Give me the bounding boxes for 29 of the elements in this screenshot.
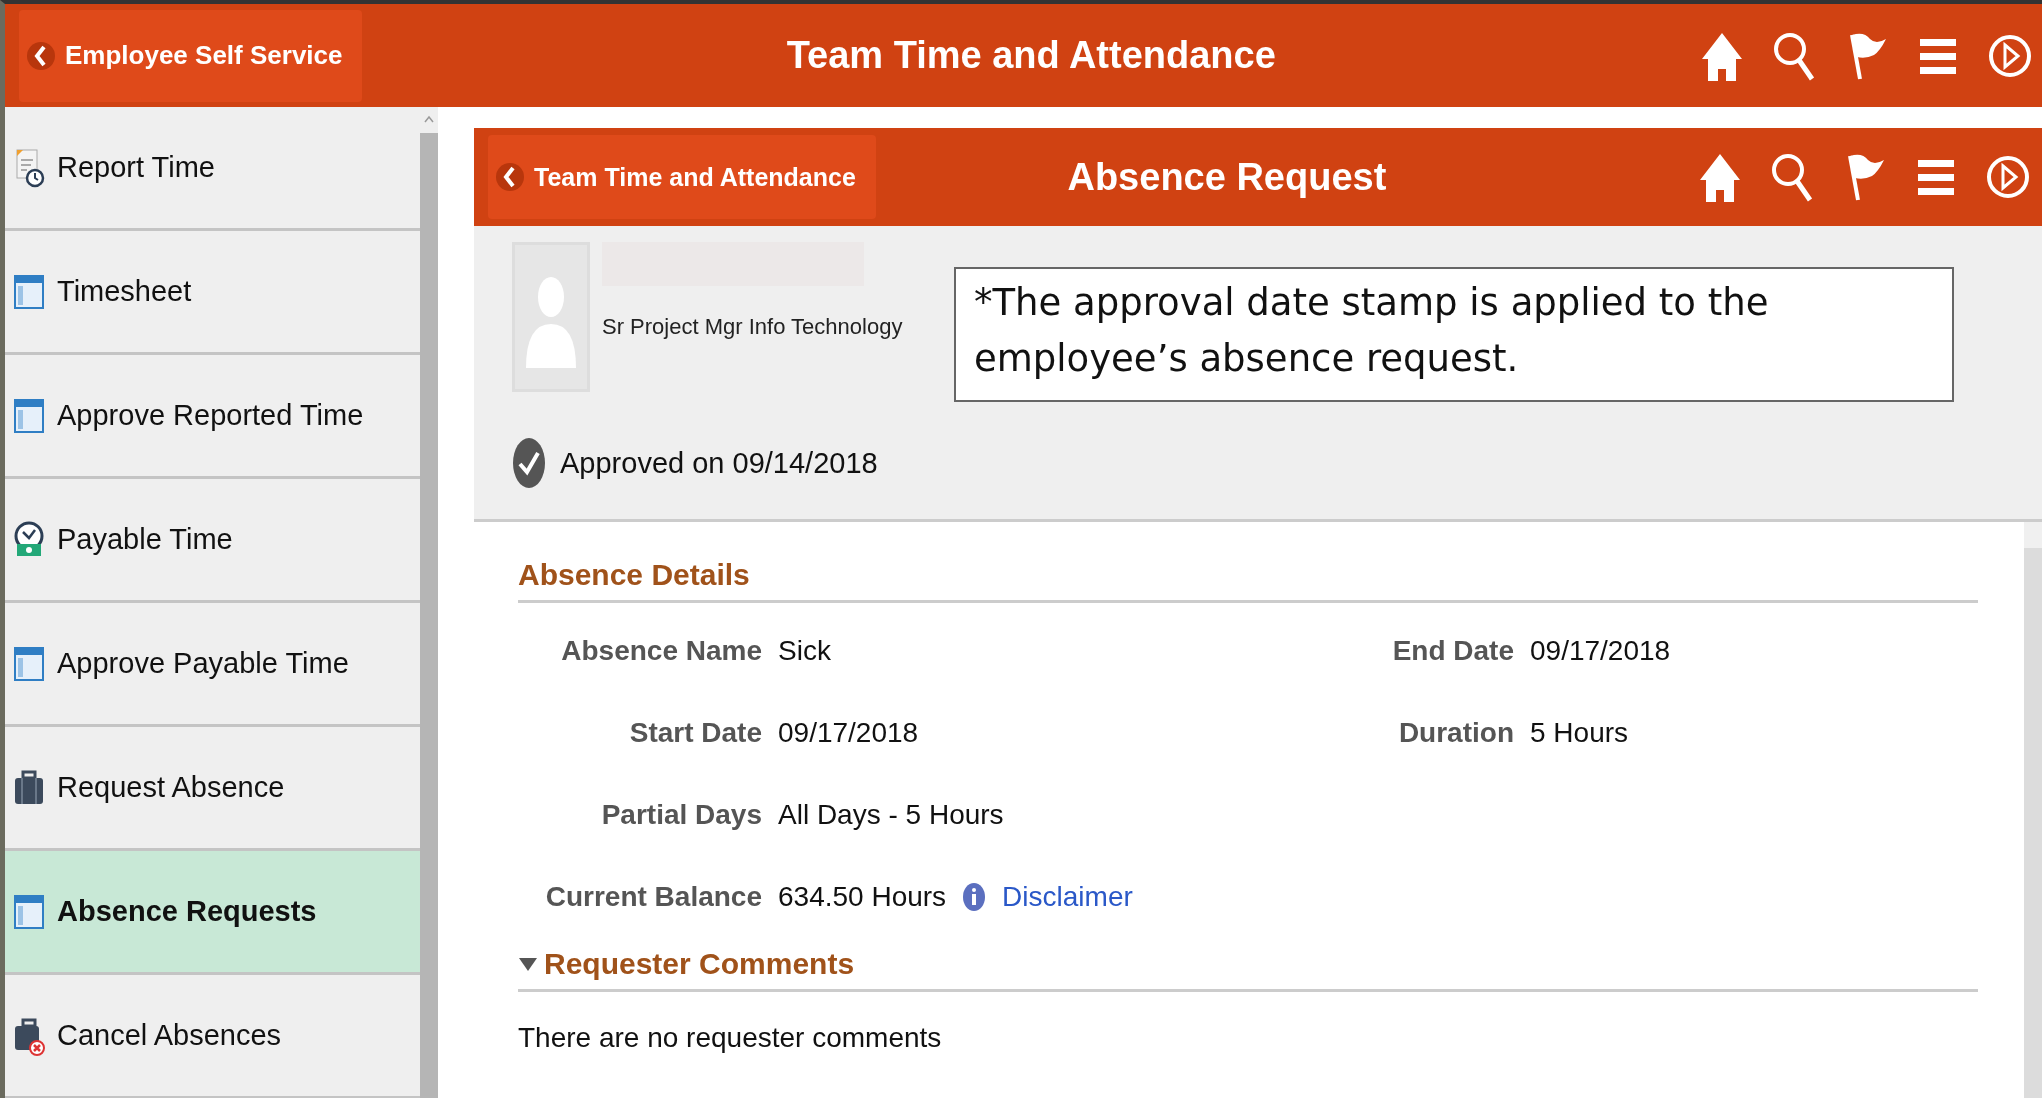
page-title: Absence Request xyxy=(1066,155,1388,199)
approval-status: Approved on 09/14/2018 xyxy=(560,446,878,480)
field-value: All Days - 5 Hours xyxy=(778,799,1004,831)
field-label: End Date xyxy=(1391,635,1514,667)
info-icon xyxy=(962,882,987,912)
field-value: Sick xyxy=(778,635,831,667)
field-label: Current Balance xyxy=(544,881,762,913)
field-value: 5 Hours xyxy=(1530,717,1629,749)
disclaimer-link[interactable]: Disclaimer xyxy=(1002,881,1133,913)
collapse-triangle-icon[interactable] xyxy=(518,956,538,972)
scrollbar[interactable] xyxy=(420,107,438,1098)
document-clock-icon xyxy=(13,147,45,188)
job-title: Sr Project Mgr Info Technology xyxy=(602,314,903,340)
field-value: 09/17/2018 xyxy=(1530,635,1671,667)
field-value: 634.50 Hours xyxy=(778,881,947,913)
scrollbar[interactable] xyxy=(2024,522,2042,1098)
comment-text: There are no requester comments xyxy=(518,1021,943,1054)
field-label: Partial Days xyxy=(600,799,762,831)
callout-note: *The approval date stamp is applied to the employee’s absence request. xyxy=(954,267,1954,402)
page-title: Team Time and Attendance xyxy=(785,34,1277,77)
section-heading: Absence Details xyxy=(518,558,750,592)
sidebar-item[interactable]: Absence Requests xyxy=(5,851,420,975)
field-label: Absence Name xyxy=(560,635,762,667)
back-button[interactable]: Employee Self Service xyxy=(19,9,363,102)
field-label: Duration xyxy=(1397,717,1514,749)
field-label: Start Date xyxy=(628,717,762,749)
field-value: 09/17/2018 xyxy=(778,717,919,749)
back-button[interactable]: Team Time and Attendance xyxy=(488,135,876,219)
section-heading: Requester Comments xyxy=(544,947,855,981)
